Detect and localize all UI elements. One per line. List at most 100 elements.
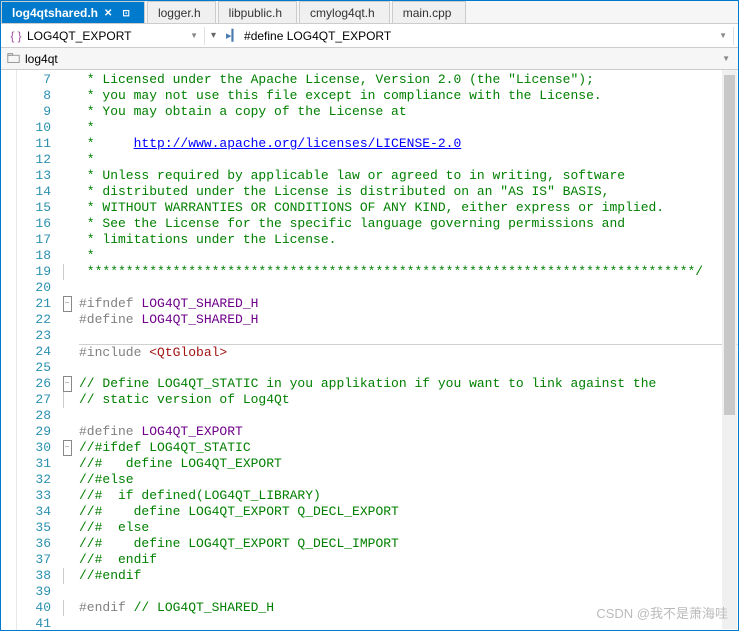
code-line[interactable]: * distributed under the License is distr… bbox=[79, 184, 738, 200]
fold-handle bbox=[59, 136, 75, 152]
fold-handle bbox=[63, 264, 67, 280]
tab-bar: log4qtshared.h✕ logger.h libpublic.h cmylog… bbox=[1, 1, 738, 24]
scope-selector[interactable]: { } LOG4QT_EXPORT ▼ bbox=[5, 27, 205, 45]
fold-handle[interactable]: − bbox=[59, 376, 75, 392]
line-number: 13 bbox=[17, 168, 51, 184]
code-line[interactable]: //#endif bbox=[79, 568, 738, 584]
fold-handle bbox=[59, 472, 75, 488]
editor-wrap: 7891011121314151617181920212223242526272… bbox=[1, 70, 738, 630]
tab-file[interactable]: cmylog4qt.h bbox=[299, 1, 390, 23]
code-line[interactable]: * See the License for the specific langu… bbox=[79, 216, 738, 232]
fold-handle[interactable]: − bbox=[59, 440, 75, 456]
code-line[interactable]: * WITHOUT WARRANTIES OR CONDITIONS OF AN… bbox=[79, 200, 738, 216]
code-line[interactable] bbox=[79, 584, 738, 600]
line-number: 15 bbox=[17, 200, 51, 216]
fold-handle bbox=[59, 312, 75, 328]
code-line[interactable]: //# else bbox=[79, 520, 738, 536]
line-number: 41 bbox=[17, 616, 51, 632]
line-number: 35 bbox=[17, 520, 51, 536]
code-line[interactable]: //#else bbox=[79, 472, 738, 488]
fold-handle bbox=[59, 232, 75, 248]
code-line[interactable]: //# define LOG4QT_EXPORT Q_DECL_IMPORT bbox=[79, 536, 738, 552]
chevron-down-icon[interactable]: ▼ bbox=[188, 31, 200, 40]
code-line[interactable]: * http://www.apache.org/licenses/LICENSE… bbox=[79, 136, 738, 152]
indicator-margin[interactable] bbox=[1, 70, 17, 630]
line-number: 12 bbox=[17, 152, 51, 168]
tab-file[interactable]: main.cpp bbox=[392, 1, 467, 23]
line-number: 40 bbox=[17, 600, 51, 616]
line-number: 22 bbox=[17, 312, 51, 328]
code-line[interactable]: * you may not use this file except in co… bbox=[79, 88, 738, 104]
tab-file[interactable]: libpublic.h bbox=[218, 1, 297, 23]
tab-file[interactable]: logger.h bbox=[147, 1, 216, 23]
code-line[interactable]: #define LOG4QT_EXPORT bbox=[79, 424, 738, 440]
close-icon[interactable]: ✕ bbox=[104, 8, 112, 19]
chevron-down-icon[interactable]: ▼ bbox=[717, 31, 729, 40]
code-line[interactable] bbox=[79, 328, 738, 344]
context-breadcrumb[interactable]: log4qt ▼ bbox=[1, 48, 738, 70]
code-line[interactable]: //#ifdef LOG4QT_STATIC bbox=[79, 440, 738, 456]
fold-handle bbox=[63, 600, 67, 616]
tab-file[interactable]: log4qtshared.h✕ bbox=[1, 1, 145, 23]
line-number: 18 bbox=[17, 248, 51, 264]
tab-label: cmylog4qt.h bbox=[310, 6, 375, 20]
line-number-gutter: 7891011121314151617181920212223242526272… bbox=[17, 70, 59, 630]
fold-handle bbox=[59, 408, 75, 424]
code-line[interactable] bbox=[79, 408, 738, 424]
code-line[interactable]: * bbox=[79, 152, 738, 168]
line-number: 39 bbox=[17, 584, 51, 600]
line-number: 33 bbox=[17, 488, 51, 504]
fold-handle[interactable]: − bbox=[59, 296, 75, 312]
line-number: 36 bbox=[17, 536, 51, 552]
code-line[interactable]: #include <QtGlobal> bbox=[79, 344, 738, 360]
code-line[interactable]: // static version of Log4Qt bbox=[79, 392, 738, 408]
code-area[interactable]: * Licensed under the Apache License, Ver… bbox=[75, 70, 738, 630]
code-line[interactable]: * Licensed under the Apache License, Ver… bbox=[79, 72, 738, 88]
member-selector[interactable]: ▸▎ #define LOG4QT_EXPORT ▼ bbox=[222, 27, 734, 45]
code-line[interactable]: #ifndef LOG4QT_SHARED_H bbox=[79, 296, 738, 312]
code-line[interactable]: //# define LOG4QT_EXPORT Q_DECL_EXPORT bbox=[79, 504, 738, 520]
fold-handle bbox=[59, 184, 75, 200]
line-number: 14 bbox=[17, 184, 51, 200]
code-line[interactable]: * limitations under the License. bbox=[79, 232, 738, 248]
code-line[interactable]: ****************************************… bbox=[79, 264, 738, 280]
line-number: 8 bbox=[17, 88, 51, 104]
code-line[interactable]: * Unless required by applicable law or a… bbox=[79, 168, 738, 184]
split-toggle-icon[interactable]: ▾ bbox=[209, 30, 218, 41]
line-number: 16 bbox=[17, 216, 51, 232]
namespace-icon: { } bbox=[9, 29, 23, 43]
line-number: 29 bbox=[17, 424, 51, 440]
code-line[interactable] bbox=[79, 616, 738, 630]
fold-handle bbox=[59, 72, 75, 88]
code-line[interactable]: // Define LOG4QT_STATIC in you applikati… bbox=[79, 376, 738, 392]
code-line[interactable]: * You may obtain a copy of the License a… bbox=[79, 104, 738, 120]
code-line[interactable]: #define LOG4QT_SHARED_H bbox=[79, 312, 738, 328]
scrollbar-thumb[interactable] bbox=[724, 75, 735, 415]
tab-label: logger.h bbox=[158, 6, 201, 20]
fold-handle bbox=[59, 200, 75, 216]
fold-handle bbox=[59, 88, 75, 104]
code-line[interactable]: //# define LOG4QT_EXPORT bbox=[79, 456, 738, 472]
line-number: 27 bbox=[17, 392, 51, 408]
code-line[interactable]: #endif // LOG4QT_SHARED_H bbox=[79, 600, 738, 616]
code-line[interactable] bbox=[79, 280, 738, 296]
code-line[interactable]: //# endif bbox=[79, 552, 738, 568]
tab-label: libpublic.h bbox=[229, 6, 282, 20]
code-line[interactable]: * bbox=[79, 120, 738, 136]
code-editor[interactable]: 7891011121314151617181920212223242526272… bbox=[17, 70, 738, 630]
fold-handle bbox=[59, 616, 75, 632]
define-icon: ▸▎ bbox=[226, 29, 240, 43]
fold-handle bbox=[59, 552, 75, 568]
folding-margin[interactable]: − − − bbox=[59, 70, 75, 630]
vertical-scrollbar[interactable]: ▴ bbox=[722, 70, 737, 629]
scope-text: LOG4QT_EXPORT bbox=[27, 29, 131, 43]
code-line[interactable]: //# if defined(LOG4QT_LIBRARY) bbox=[79, 488, 738, 504]
code-line[interactable] bbox=[79, 360, 738, 376]
line-number: 17 bbox=[17, 232, 51, 248]
line-number: 7 bbox=[17, 72, 51, 88]
code-line[interactable]: * bbox=[79, 248, 738, 264]
fold-handle bbox=[59, 536, 75, 552]
line-number: 21 bbox=[17, 296, 51, 312]
chevron-down-icon[interactable]: ▼ bbox=[720, 54, 732, 63]
fold-handle bbox=[59, 520, 75, 536]
